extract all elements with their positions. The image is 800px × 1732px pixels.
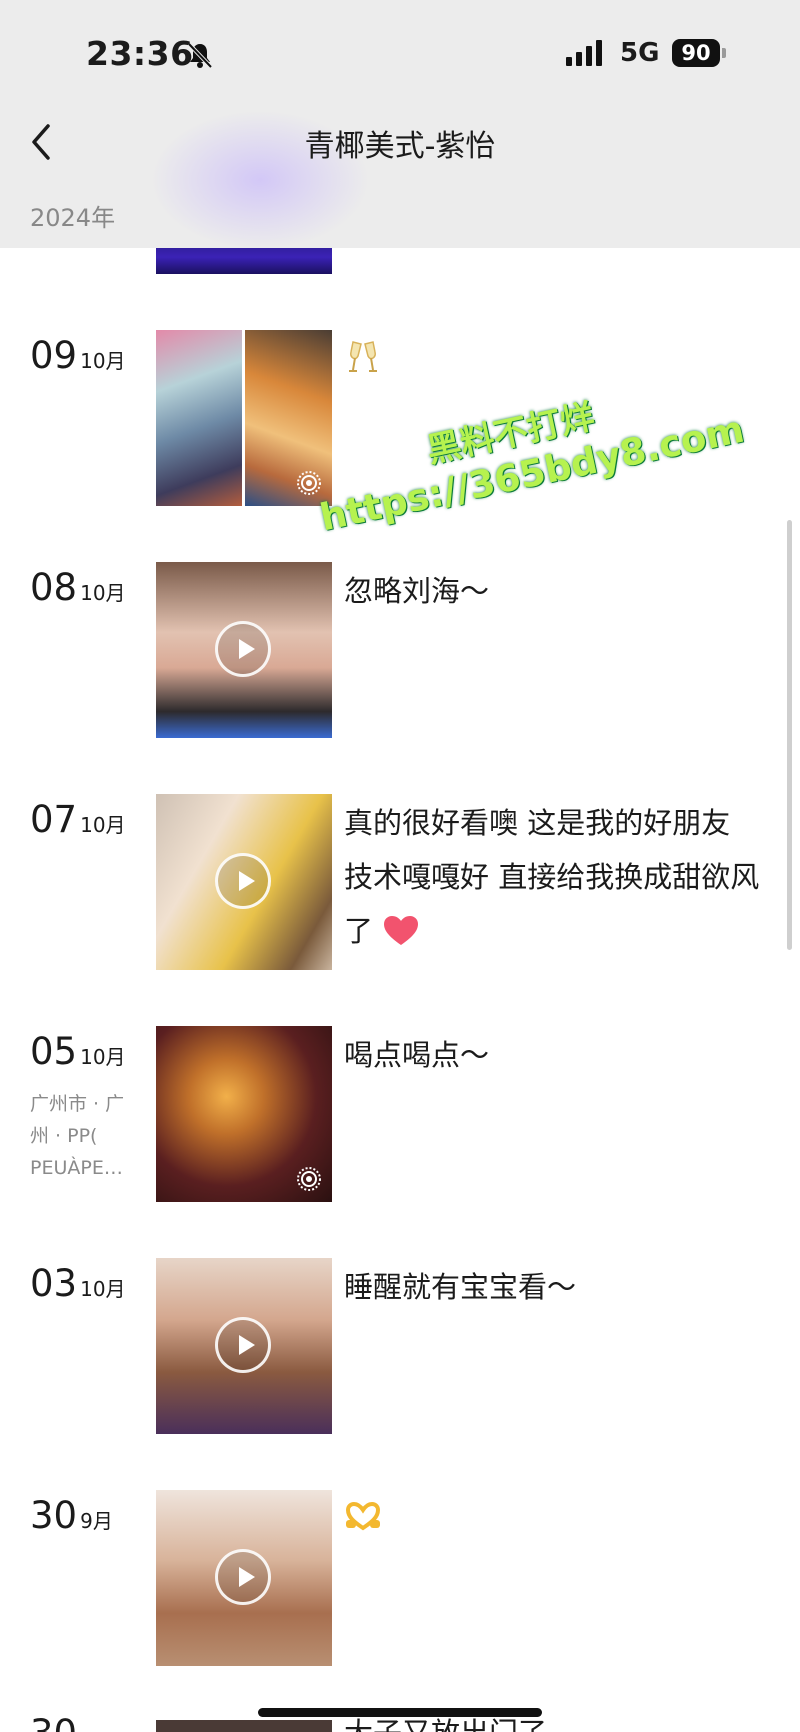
post-item[interactable]: 05 10月 广州市 · 广州 · PP( PEUÀPE… 喝点喝点～	[0, 1026, 800, 1204]
battery-tip	[722, 48, 726, 58]
heart-emoji-icon	[384, 916, 419, 945]
scrollbar[interactable]	[787, 520, 792, 950]
champagne-emoji-icon	[349, 341, 377, 372]
live-photo-icon	[297, 1167, 321, 1191]
year-label: 2024年	[30, 204, 116, 232]
play-icon[interactable]	[215, 1317, 271, 1373]
post-caption	[344, 332, 764, 393]
live-photo-icon	[297, 471, 321, 495]
post-item[interactable]: 07 10月 真的很好看噢 这是我的好朋友 技术嘎嘎好 直接给我换成甜欲风了	[0, 794, 800, 972]
post-day: 03	[30, 1262, 78, 1305]
photo-flowers	[156, 330, 242, 506]
post-month: 10月	[80, 581, 126, 605]
signal-icon	[566, 40, 602, 66]
post-month: 9月	[80, 1509, 113, 1533]
post-date: 09 10月	[30, 334, 126, 377]
post-day: 07	[30, 798, 78, 841]
post-date: 05 10月	[30, 1030, 126, 1073]
page-title: 青椰美式-紫怡	[304, 129, 496, 164]
post-day: 05	[30, 1030, 78, 1073]
post-day: 30	[30, 1494, 78, 1537]
network-type: 5G	[620, 38, 660, 68]
post-location[interactable]: 广州市 · 广州 · PP( PEUÀPE…	[30, 1088, 140, 1184]
post-caption: 喝点喝点～	[344, 1038, 490, 1072]
bell-muted-icon	[187, 42, 213, 69]
post-caption: 大子又放出门了	[344, 1718, 547, 1732]
moments-feed[interactable]: 09 10月 08 10月 忽略刘海～ 07 10月 真的很好看噢 这是我的好朋…	[0, 0, 800, 1732]
battery-icon: 90	[672, 39, 720, 67]
heart-hands-emoji-icon	[345, 1501, 381, 1531]
post-item[interactable]: 30 9月	[0, 1490, 800, 1668]
post-day: 30	[30, 1712, 77, 1732]
post-caption	[344, 1492, 764, 1553]
post-item[interactable]: 03 10月 睡醒就有宝宝看～	[0, 1258, 800, 1436]
post-caption: 睡醒就有宝宝看～	[344, 1270, 577, 1304]
post-month: 10月	[80, 1277, 126, 1301]
post-month: 10月	[80, 813, 126, 837]
post-thumbnail[interactable]	[156, 562, 332, 738]
play-icon[interactable]	[215, 853, 271, 909]
play-icon[interactable]	[215, 621, 271, 677]
post-month: 10月	[80, 349, 126, 373]
post-thumbnail[interactable]	[156, 1490, 332, 1666]
post-month: 10月	[80, 1045, 126, 1069]
home-indicator[interactable]	[258, 1708, 542, 1717]
post-thumbnail[interactable]	[156, 1026, 332, 1202]
post-date: 30 9月	[30, 1494, 113, 1537]
post-thumbnail[interactable]	[156, 330, 332, 506]
post-date: 07 10月	[30, 798, 126, 841]
post-thumbnail[interactable]	[156, 1720, 332, 1732]
status-time: 23:36	[86, 34, 194, 73]
play-icon[interactable]	[215, 1549, 271, 1605]
post-day: 08	[30, 566, 78, 609]
post-day: 09	[30, 334, 78, 377]
post-thumbnail[interactable]	[156, 794, 332, 970]
header: 23:36 5G 90 青椰美式-紫怡 2024年	[0, 0, 800, 248]
post-caption: 忽略刘海～	[344, 574, 490, 608]
post-caption: 真的很好看噢 这是我的好朋友 技术嘎嘎好 直接给我换成甜欲风了	[344, 796, 764, 958]
post-item[interactable]: 08 10月 忽略刘海～	[0, 562, 800, 740]
post-date: 08 10月	[30, 566, 126, 609]
post-date: 03 10月	[30, 1262, 126, 1305]
post-thumbnail[interactable]	[156, 1258, 332, 1434]
